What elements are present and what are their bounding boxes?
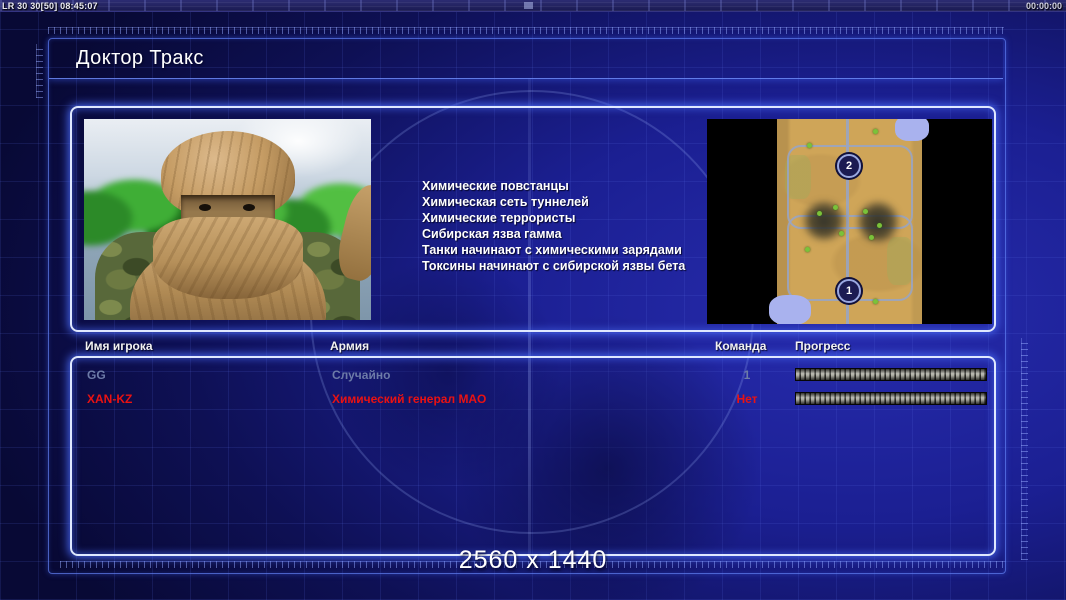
player-army: Химический генерал МАО (332, 392, 487, 406)
map-preview: 2 1 (707, 119, 992, 324)
general-portrait (84, 119, 371, 320)
feature-item: Сибирская язва гамма (422, 227, 562, 241)
column-header-progress: Прогресс (795, 339, 851, 353)
map-tree-dot (833, 205, 838, 210)
portrait-head (152, 131, 303, 299)
resolution-label: 2560 x 1440 (458, 546, 608, 574)
players-panel: GG Случайно 1 XAN-KZ Химический генерал … (70, 356, 996, 556)
player-row: XAN-KZ Химический генерал МАО Нет (72, 390, 998, 408)
player-army: Случайно (332, 368, 391, 382)
portrait-eye-left (198, 204, 211, 211)
map-tree-dot (863, 209, 868, 214)
ruler-right (1021, 338, 1028, 560)
spawn-marker-2-icon: 2 (837, 154, 861, 178)
map-tree-dot (807, 143, 812, 148)
map-scorch-left (801, 199, 847, 243)
map-terrain: 2 1 (769, 119, 929, 324)
map-tree-dot (873, 299, 878, 304)
fps-stats-overlay: LR 30 30[50] 08:45:07 (2, 1, 98, 11)
ruler-top (48, 27, 1004, 34)
map-tree-dot (873, 129, 878, 134)
feature-item: Химическая сеть туннелей (422, 195, 589, 209)
column-header-army: Армия (330, 339, 370, 353)
page-title: Доктор Тракс (76, 47, 204, 69)
player-name: GG (87, 368, 106, 382)
topstrip-highlight (524, 2, 533, 9)
player-team: Нет (736, 392, 758, 406)
feature-item: Токсины начинают с сибирской язвы бета (422, 259, 686, 273)
player-progress-fill (796, 369, 986, 380)
player-row: GG Случайно 1 (72, 366, 998, 384)
column-header-player-name: Имя игрока (85, 339, 153, 353)
feature-item: Химические террористы (422, 211, 576, 225)
player-progress-bar (795, 368, 987, 381)
player-team: 1 (743, 368, 751, 382)
map-tree-dot (869, 235, 874, 240)
general-info-panel: Химические повстанцы Химическая сеть тун… (70, 106, 996, 332)
feature-item: Танки начинают с химическими зарядами (422, 243, 682, 257)
feature-item: Химические повстанцы (422, 179, 569, 193)
spawn-marker-1-icon: 1 (837, 279, 861, 303)
portrait-face-wrap (152, 217, 303, 299)
portrait-eyes (180, 195, 275, 219)
map-tree-dot (817, 211, 822, 216)
map-water-bottomleft (769, 295, 811, 324)
faction-features-list: Химические повстанцы Химическая сеть тун… (422, 178, 685, 274)
player-name: XAN-KZ (87, 392, 133, 406)
ruler-left (36, 44, 43, 98)
player-progress-fill (796, 393, 986, 404)
portrait-eye-right (242, 204, 255, 211)
map-tree-dot (839, 231, 844, 236)
title-bar: Доктор Тракс (49, 39, 1003, 79)
column-header-team: Команда (715, 339, 767, 353)
top-status-strip (0, 0, 1066, 12)
map-tree-dot (877, 223, 882, 228)
map-tree-dot (805, 247, 810, 252)
map-scorch-right (855, 199, 901, 245)
timer-overlay: 00:00:00 (1025, 1, 1062, 11)
map-water-topright (895, 119, 929, 141)
player-progress-bar (795, 392, 987, 405)
